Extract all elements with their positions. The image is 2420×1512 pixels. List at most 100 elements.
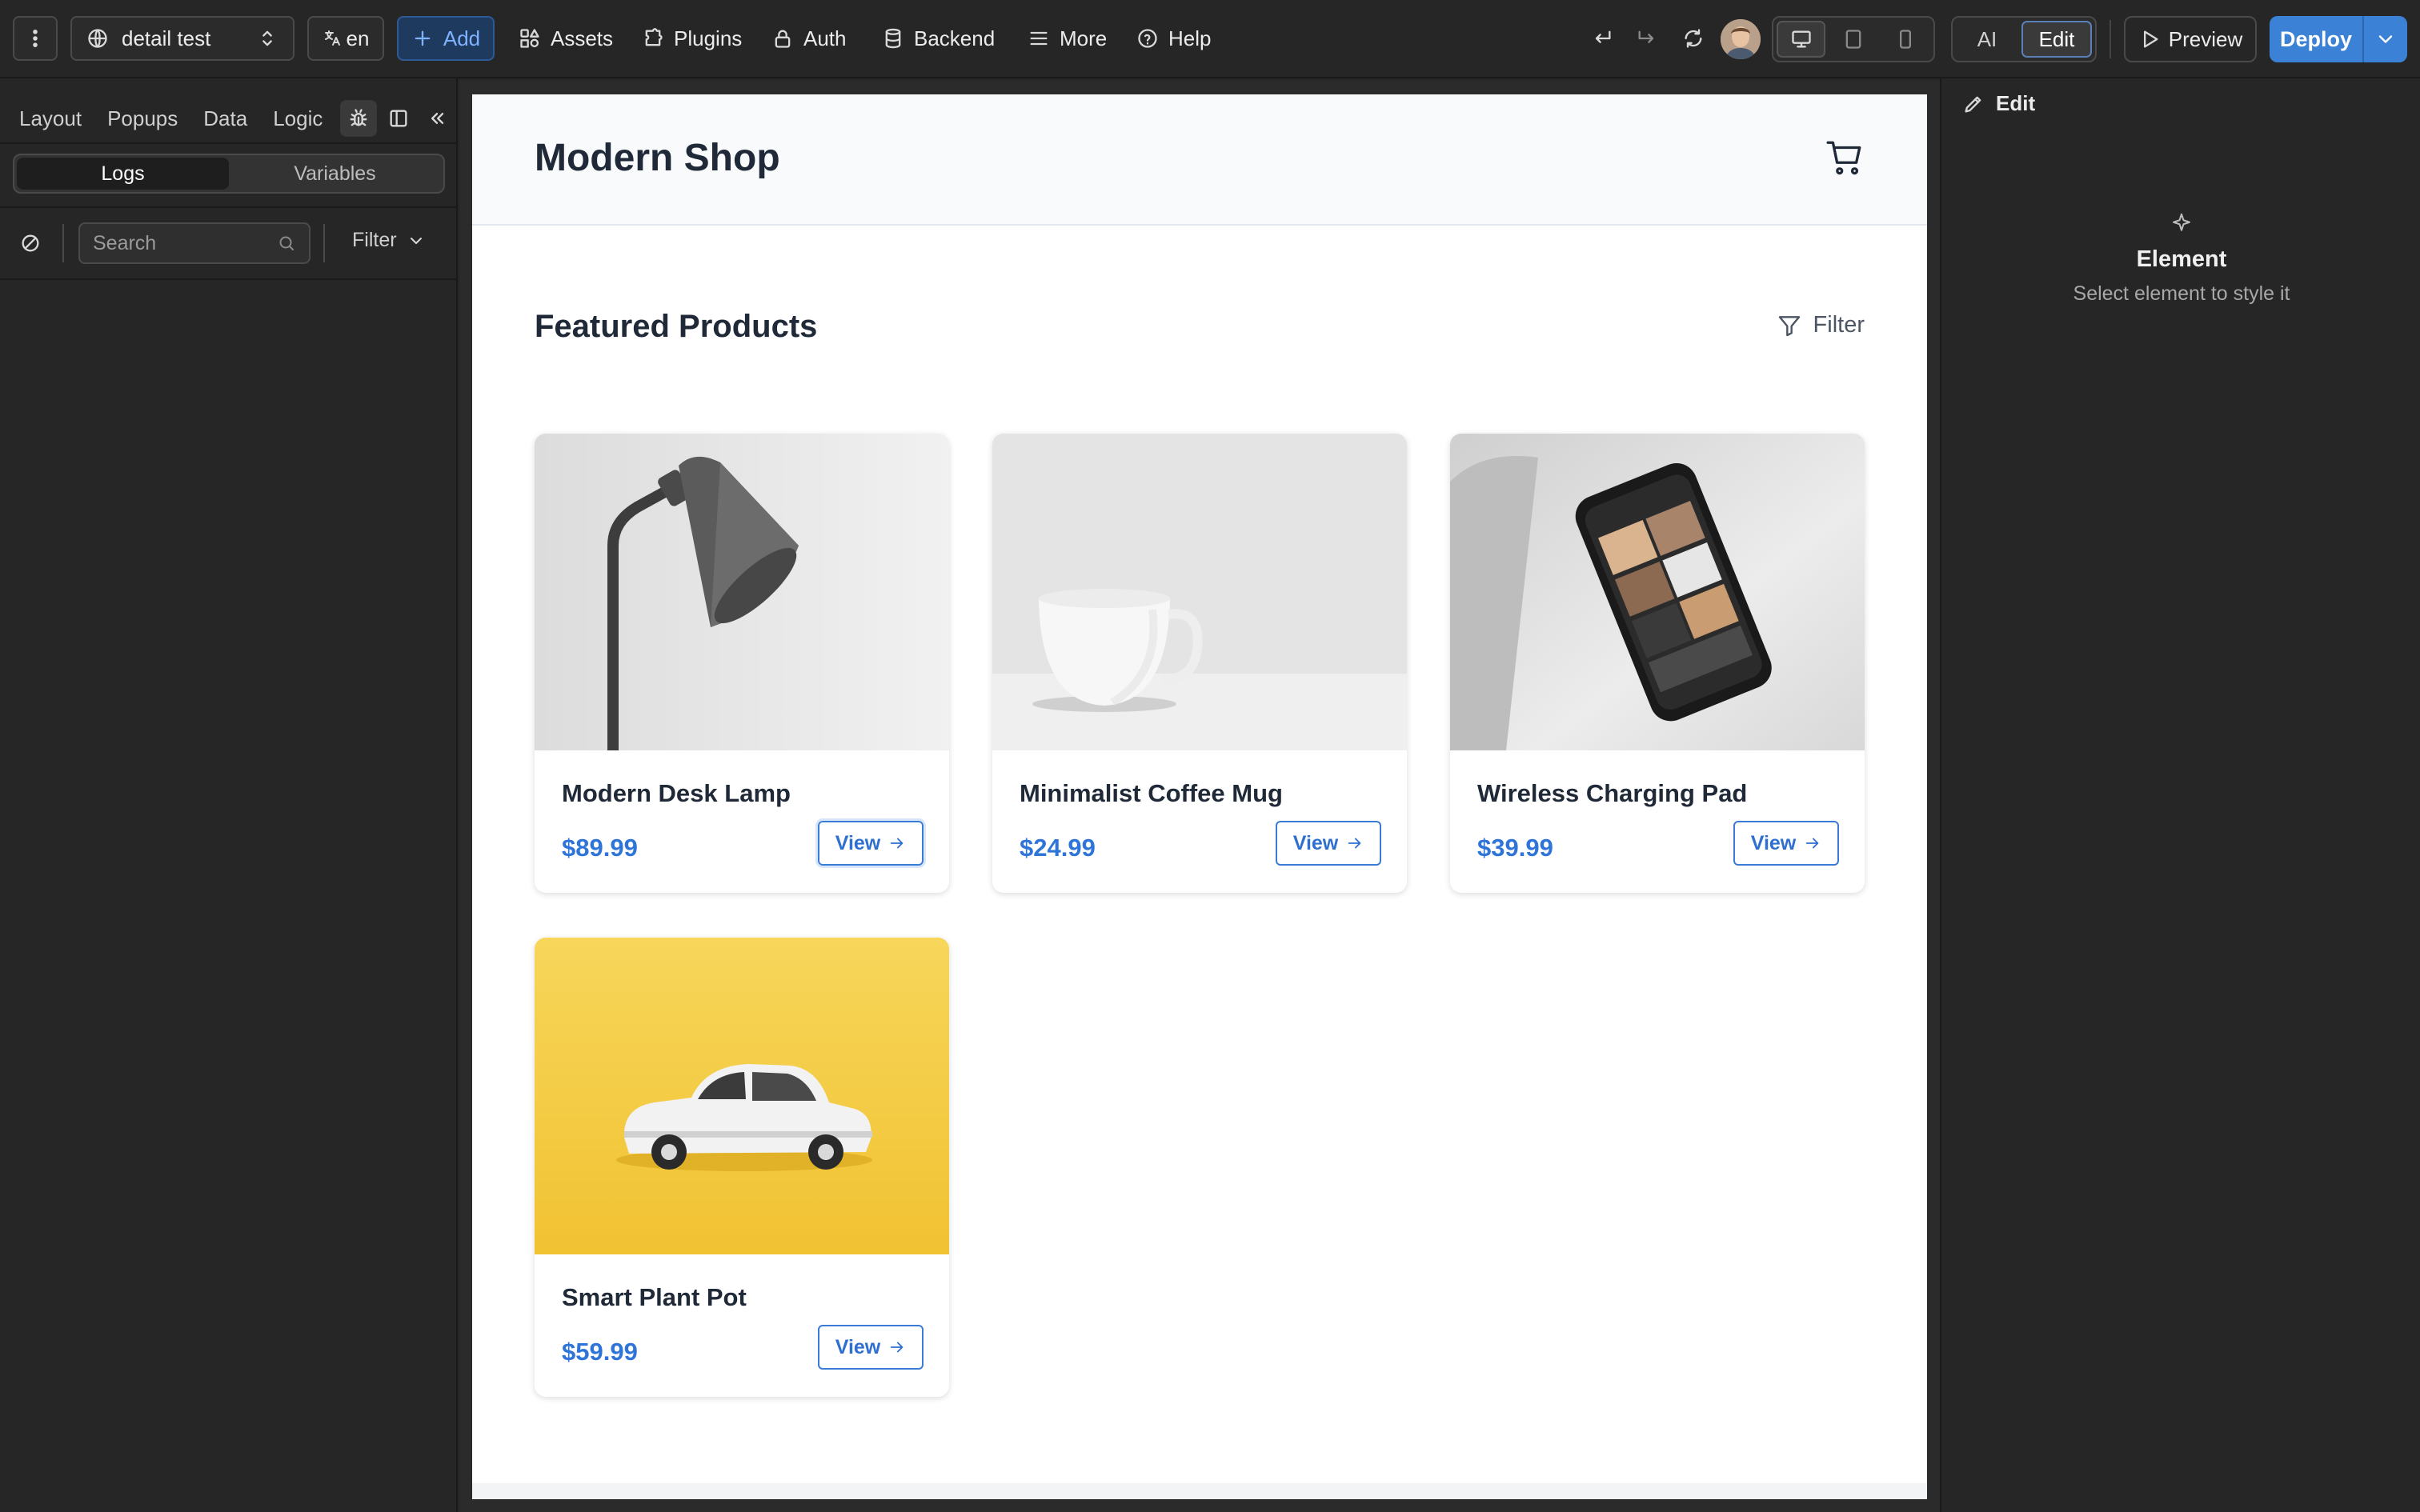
filter-icon <box>1778 315 1800 336</box>
lock-icon <box>775 30 791 48</box>
empty-state-subtitle: Select element to style it <box>2073 282 2290 305</box>
tab-debug[interactable] <box>340 100 378 137</box>
chevron-down-icon <box>410 237 422 244</box>
logs-search-input[interactable]: Search <box>78 222 311 264</box>
divider <box>0 206 458 208</box>
product-card[interactable]: Minimalist Coffee Mug $24.99 View <box>992 434 1407 893</box>
add-button[interactable]: Add <box>397 16 495 61</box>
tab-layout[interactable]: Layout <box>19 106 82 131</box>
divider <box>62 224 64 262</box>
divider <box>0 278 458 280</box>
page-footer-strip <box>472 1483 1927 1499</box>
cart-button[interactable] <box>1825 138 1865 178</box>
page-preview[interactable]: Modern Shop Featured Products Filter Mod… <box>472 94 1927 1499</box>
tablet-icon <box>1845 30 1861 49</box>
project-selector[interactable]: detail test <box>70 16 294 61</box>
undo-button[interactable] <box>1591 27 1613 50</box>
ai-mode-button[interactable]: AI <box>1956 21 2018 58</box>
help-label: Help <box>1168 26 1212 50</box>
auth-button[interactable]: Auth <box>762 16 856 61</box>
product-image-charger <box>1450 434 1865 750</box>
product-card[interactable]: Smart Plant Pot $59.99 View <box>535 938 949 1397</box>
translate-icon <box>324 30 340 46</box>
bug-icon <box>350 109 367 126</box>
product-name: Smart Plant Pot <box>562 1283 747 1311</box>
tab-logic[interactable]: Logic <box>273 106 323 131</box>
view-product-button[interactable]: View <box>1733 821 1839 866</box>
add-button-label: Add <box>443 26 481 50</box>
deploy-options-button[interactable] <box>2362 16 2407 62</box>
product-price: $89.99 <box>562 834 638 862</box>
product-card[interactable]: Wireless Charging Pad $39.99 View <box>1450 434 1865 893</box>
right-panel: Edit Element Select element to style it <box>1940 78 2420 1512</box>
view-label: View <box>835 831 881 854</box>
edit-panel-title: Edit <box>1996 91 2036 115</box>
mobile-view-button[interactable] <box>1881 21 1930 58</box>
plus-icon <box>415 30 431 46</box>
tab-popups[interactable]: Popups <box>107 106 178 131</box>
collapse-panel-button[interactable] <box>419 100 455 137</box>
assets-button[interactable]: Assets <box>509 16 623 61</box>
globe-icon <box>88 29 107 48</box>
shop-header[interactable]: Modern Shop <box>472 94 1927 226</box>
help-button[interactable]: Help <box>1127 16 1220 61</box>
user-avatar[interactable] <box>1721 19 1761 59</box>
tablet-view-button[interactable] <box>1829 21 1877 58</box>
products-filter-button[interactable]: Filter <box>1777 312 1865 338</box>
view-product-button[interactable]: View <box>815 818 926 868</box>
chevron-updown-icon <box>262 30 272 46</box>
desktop-icon <box>1792 30 1811 48</box>
arrow-right-icon <box>1348 838 1361 849</box>
logs-filter-dropdown[interactable]: Filter <box>352 229 426 252</box>
preview-button[interactable]: Preview <box>2124 16 2257 62</box>
product-card[interactable]: Modern Desk Lamp $89.99 View <box>535 434 949 893</box>
chevron-down-icon <box>2378 35 2393 43</box>
redo-button[interactable] <box>1636 27 1658 50</box>
clear-logs-button[interactable] <box>19 232 42 254</box>
assets-icon <box>520 29 539 48</box>
toolbar-divider <box>2109 20 2111 58</box>
sidebar-icon <box>390 110 407 127</box>
left-panel-tabs: Layout Popups Data Logic <box>0 94 458 142</box>
device-switcher <box>1772 16 1935 62</box>
logs-tab[interactable]: Logs <box>17 158 229 190</box>
search-icon <box>279 236 294 250</box>
view-label: View <box>835 1335 881 1358</box>
shop-title: Modern Shop <box>535 137 780 179</box>
project-name: detail test <box>122 26 211 50</box>
more-button[interactable]: More <box>1018 16 1116 61</box>
divider <box>0 142 458 144</box>
assets-label: Assets <box>551 26 614 50</box>
shopping-cart-icon <box>1826 141 1861 175</box>
deploy-button[interactable]: Deploy <box>2270 16 2407 62</box>
product-image-plant-pot <box>535 938 949 1254</box>
tab-data[interactable]: Data <box>203 106 247 131</box>
edit-mode-button[interactable]: Edit <box>2021 21 2092 58</box>
language-selector[interactable]: en <box>307 16 384 61</box>
plugins-label: Plugins <box>674 26 743 50</box>
main-menu-button[interactable] <box>13 16 58 61</box>
divider <box>323 224 325 262</box>
product-price: $59.99 <box>562 1338 638 1366</box>
arrow-right-icon <box>891 1342 903 1353</box>
undo-icon <box>1595 30 1611 43</box>
view-product-button[interactable]: View <box>1276 821 1381 866</box>
avatar-portrait-icon <box>1721 19 1761 59</box>
refresh-icon <box>1685 29 1702 48</box>
preview-label: Preview <box>2168 26 2243 51</box>
backend-label: Backend <box>914 26 996 50</box>
language-code: en <box>346 26 370 50</box>
backend-button[interactable]: Backend <box>872 16 1004 61</box>
plugins-button[interactable]: Plugins <box>632 16 751 61</box>
toggle-panel-button[interactable] <box>380 100 417 137</box>
top-toolbar: detail test en Add Assets Plugins Auth B… <box>0 0 2420 78</box>
view-product-button[interactable]: View <box>818 1325 924 1370</box>
product-image-mug <box>992 434 1407 750</box>
product-name: Wireless Charging Pad <box>1477 779 1748 807</box>
element-empty-state: Element Select element to style it <box>1941 211 2420 306</box>
refresh-button[interactable] <box>1682 27 1705 50</box>
variables-tab[interactable]: Variables <box>229 158 441 190</box>
desktop-view-button[interactable] <box>1777 21 1826 58</box>
pencil-icon <box>1965 96 1981 112</box>
more-label: More <box>1060 26 1108 50</box>
